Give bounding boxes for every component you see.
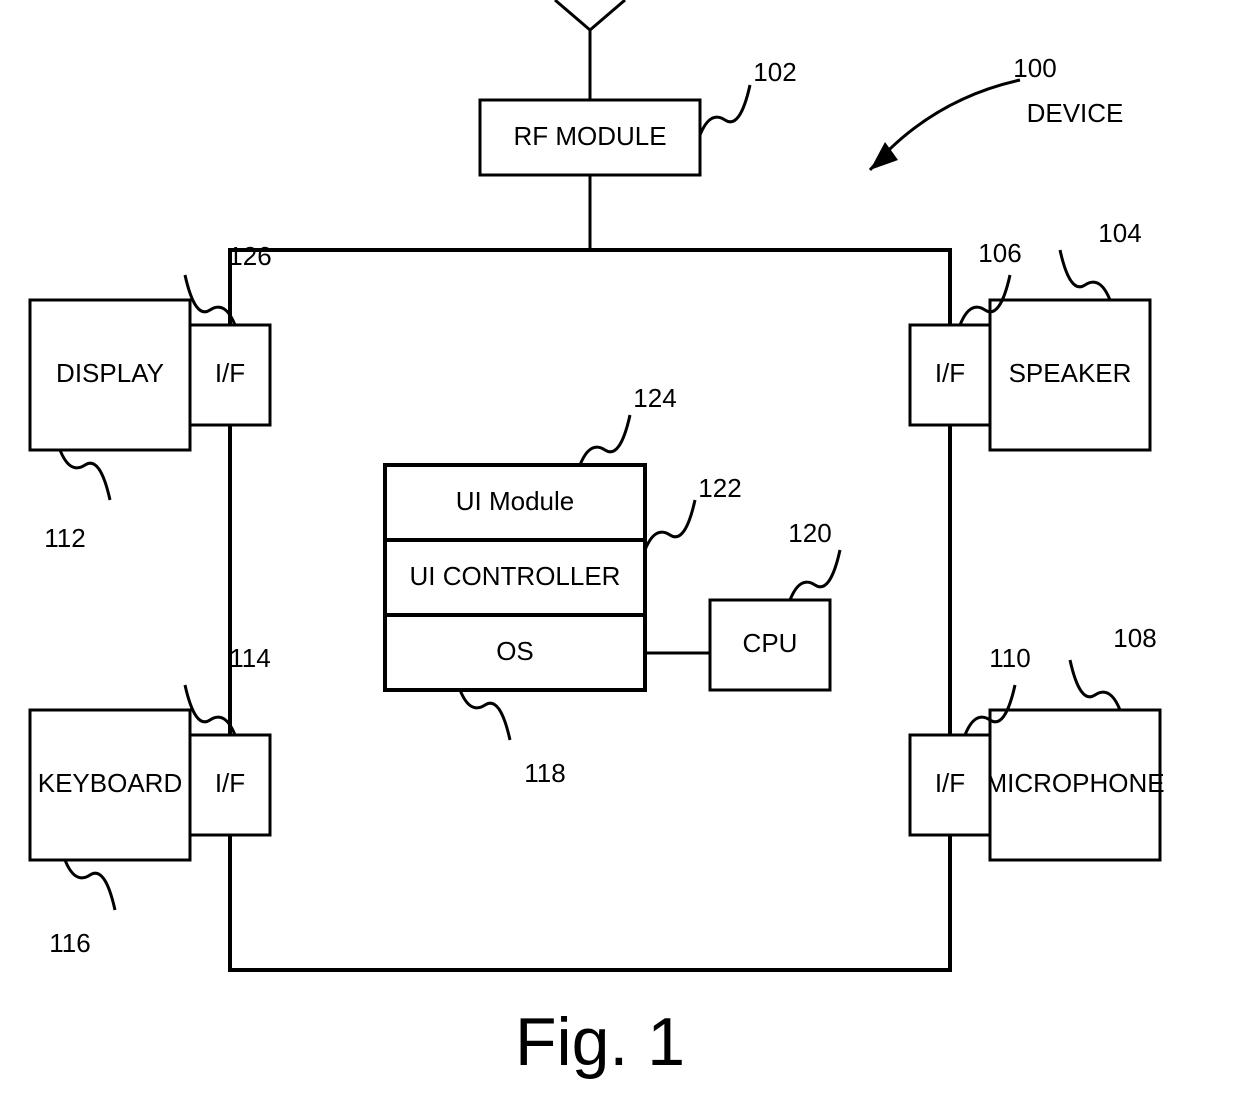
ui-controller-label: UI CONTROLLER [410, 561, 621, 591]
device-ref: 100 [1013, 53, 1056, 83]
ui-controller-ref: 122 [698, 473, 741, 503]
cpu-ref: 120 [788, 518, 831, 548]
speaker-ref: 104 [1098, 218, 1141, 248]
rf-module-label: RF MODULE [513, 121, 666, 151]
keyboard-leader [65, 860, 115, 910]
figure-caption: Fig. 1 [515, 1004, 685, 1080]
display-ref: 112 [44, 523, 85, 553]
ui-module-label: UI Module [456, 486, 575, 516]
device-label: DEVICE [1027, 98, 1124, 128]
if-display-ref: 126 [228, 241, 271, 271]
if-mic-label: I/F [935, 768, 965, 798]
rf-ref: 102 [753, 57, 796, 87]
speaker-label: SPEAKER [1009, 358, 1132, 388]
microphone-ref: 108 [1113, 623, 1156, 653]
speaker-leader [1060, 250, 1110, 300]
display-leader [60, 450, 110, 500]
cpu-label: CPU [743, 628, 798, 658]
os-label: OS [496, 636, 534, 666]
keyboard-label: KEYBOARD [38, 768, 183, 798]
os-ref: 118 [524, 758, 565, 788]
if-display-leader [185, 275, 235, 325]
keyboard-ref: 116 [49, 928, 90, 958]
antenna-icon [555, 0, 625, 100]
device-pointer [870, 80, 1020, 170]
if-keyboard-label: I/F [215, 768, 245, 798]
ui-module-ref: 124 [633, 383, 676, 413]
block-diagram: RF MODULE 102 100 DEVICE DISPLAY 112 I/F… [0, 0, 1240, 1116]
microphone-leader [1070, 660, 1120, 710]
if-speaker-label: I/F [935, 358, 965, 388]
display-label: DISPLAY [56, 358, 164, 388]
rf-leader [700, 85, 750, 135]
microphone-label: MICROPHONE [985, 768, 1164, 798]
if-keyboard-leader [185, 685, 235, 735]
if-speaker-ref: 106 [978, 238, 1021, 268]
if-keyboard-ref: 114 [229, 643, 270, 673]
if-mic-ref: 110 [989, 643, 1030, 673]
if-display-label: I/F [215, 358, 245, 388]
